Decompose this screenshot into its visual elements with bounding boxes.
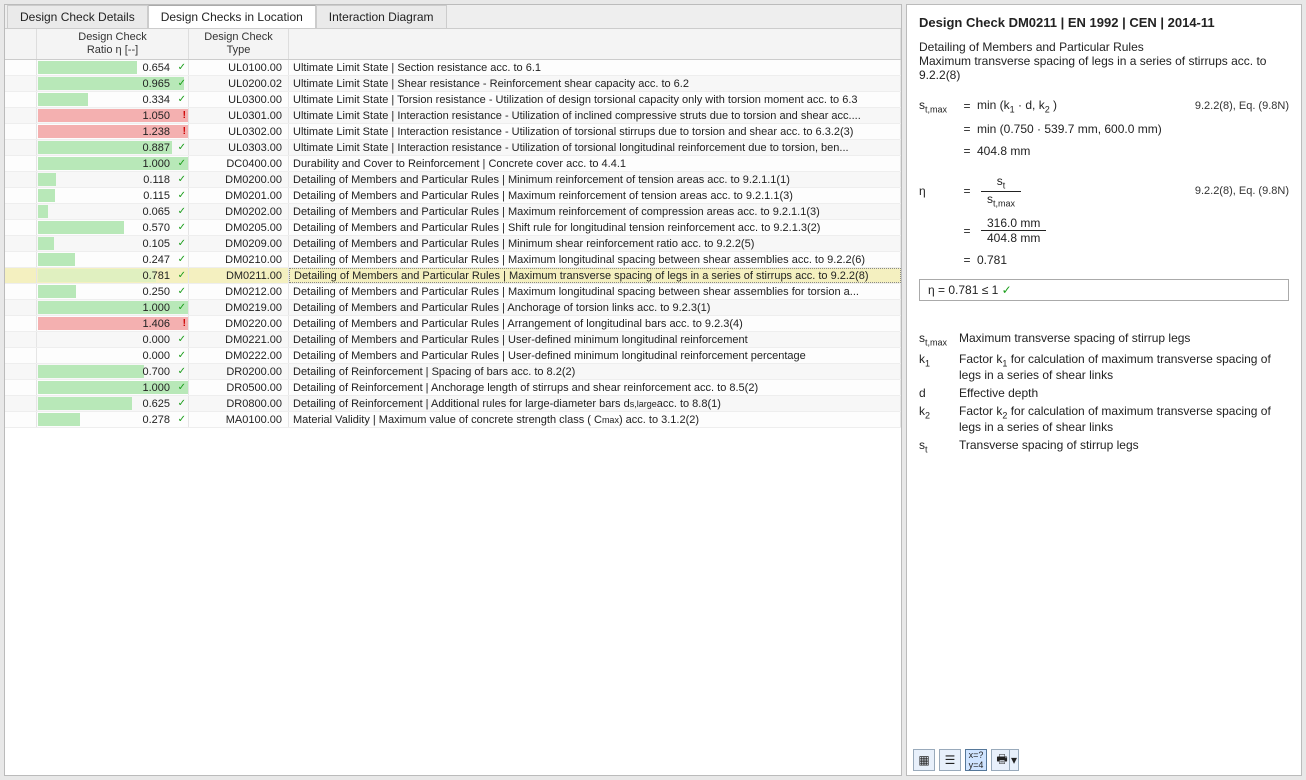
table-row[interactable]: 0.781✓DM0211.00Detailing of Members and … xyxy=(5,268,901,284)
fail-icon: ! xyxy=(183,318,186,329)
table-row[interactable]: 0.700✓DR0200.00Detailing of Reinforcemen… xyxy=(5,364,901,380)
toolbar-formula-button[interactable]: x=?y=4 xyxy=(965,749,987,771)
check-icon: ✓ xyxy=(178,270,186,281)
fail-icon: ! xyxy=(183,126,186,137)
table-row[interactable]: 0.887✓UL0303.00Ultimate Limit State | In… xyxy=(5,140,901,156)
table-row[interactable]: 1.000✓DC0400.00Durability and Cover to R… xyxy=(5,156,901,172)
check-icon: ✓ xyxy=(178,174,186,185)
design-checks-grid: Design CheckRatio η [--] Design CheckTyp… xyxy=(5,29,901,775)
grid-body[interactable]: 0.654✓UL0100.00Ultimate Limit State | Se… xyxy=(5,60,901,760)
table-row[interactable]: 0.570✓DM0205.00Detailing of Members and … xyxy=(5,220,901,236)
detail-toolbar: ▦ ☰ x=?y=4 🖶 ▾ xyxy=(913,749,1019,771)
glossary-row: k2Factor k2 for calculation of maximum t… xyxy=(919,404,1289,434)
fail-icon: ! xyxy=(183,110,186,121)
eq-eta: η xyxy=(919,184,957,198)
check-icon: ✓ xyxy=(178,94,186,105)
col-ratio[interactable]: Design CheckRatio η [--] xyxy=(37,29,189,59)
result-box: η = 0.781 ≤ 1 ✓ xyxy=(919,279,1289,301)
tab-design-check-details[interactable]: Design Check Details xyxy=(7,5,148,28)
table-row[interactable]: 0.247✓DM0210.00Detailing of Members and … xyxy=(5,252,901,268)
col-type[interactable]: Design CheckType xyxy=(189,29,289,59)
check-icon: ✓ xyxy=(178,254,186,265)
check-icon: ✓ xyxy=(178,78,186,89)
tabs: Design Check Details Design Checks in Lo… xyxy=(5,5,901,29)
check-icon: ✓ xyxy=(178,350,186,361)
grid-header: Design CheckRatio η [--] Design CheckTyp… xyxy=(5,29,901,60)
check-icon: ✓ xyxy=(1002,283,1012,297)
detail-title: Design Check DM0211 | EN 1992 | CEN | 20… xyxy=(919,15,1289,30)
check-icon: ✓ xyxy=(178,158,186,169)
check-icon: ✓ xyxy=(178,190,186,201)
toolbar-list-button[interactable]: ☰ xyxy=(939,749,961,771)
table-row[interactable]: 0.000✓DM0222.00Detailing of Members and … xyxy=(5,348,901,364)
glossary-row: st,maxMaximum transverse spacing of stir… xyxy=(919,331,1289,347)
table-row[interactable]: 1.000✓DM0219.00Detailing of Members and … xyxy=(5,300,901,316)
check-icon: ✓ xyxy=(178,398,186,409)
table-row[interactable]: 0.118✓DM0200.00Detailing of Members and … xyxy=(5,172,901,188)
check-icon: ✓ xyxy=(178,334,186,345)
glossary-row: dEffective depth xyxy=(919,386,1289,400)
table-row[interactable]: 0.105✓DM0209.00Detailing of Members and … xyxy=(5,236,901,252)
tab-interaction-diagram[interactable]: Interaction Diagram xyxy=(316,5,447,28)
table-row[interactable]: 0.000✓DM0221.00Detailing of Members and … xyxy=(5,332,901,348)
table-row[interactable]: 0.625✓DR0800.00Detailing of Reinforcemen… xyxy=(5,396,901,412)
check-icon: ✓ xyxy=(178,366,186,377)
tab-design-checks-in-location[interactable]: Design Checks in Location xyxy=(148,5,316,28)
table-row[interactable]: 0.654✓UL0100.00Ultimate Limit State | Se… xyxy=(5,60,901,76)
table-row[interactable]: 0.965✓UL0200.02Ultimate Limit State | Sh… xyxy=(5,76,901,92)
left-panel: Design Check Details Design Checks in Lo… xyxy=(4,4,902,776)
check-icon: ✓ xyxy=(178,382,186,393)
check-icon: ✓ xyxy=(178,142,186,153)
glossary-row: stTransverse spacing of stirrup legs xyxy=(919,438,1289,454)
toolbar-layout-button[interactable]: ▦ xyxy=(913,749,935,771)
eq-s-tmax: st,max xyxy=(919,98,957,114)
table-row[interactable]: 0.115✓DM0201.00Detailing of Members and … xyxy=(5,188,901,204)
ref-9.2.2-8-b: 9.2.2(8), Eq. (9.8N) xyxy=(1195,185,1289,197)
check-icon: ✓ xyxy=(178,206,186,217)
check-icon: ✓ xyxy=(178,222,186,233)
table-row[interactable]: 0.334✓UL0300.00Ultimate Limit State | To… xyxy=(5,92,901,108)
table-row[interactable]: 1.050!UL0301.00Ultimate Limit State | In… xyxy=(5,108,901,124)
table-row[interactable]: 0.278✓MA0100.00Material Validity | Maxim… xyxy=(5,412,901,428)
check-icon: ✓ xyxy=(178,414,186,425)
table-row[interactable]: 1.406!DM0220.00Detailing of Members and … xyxy=(5,316,901,332)
check-icon: ✓ xyxy=(178,238,186,249)
table-row[interactable]: 0.250✓DM0212.00Detailing of Members and … xyxy=(5,284,901,300)
table-row[interactable]: 1.000✓DR0500.00Detailing of Reinforcemen… xyxy=(5,380,901,396)
table-row[interactable]: 1.238!UL0302.00Ultimate Limit State | In… xyxy=(5,124,901,140)
ref-9.2.2-8-a: 9.2.2(8), Eq. (9.8N) xyxy=(1195,100,1289,112)
table-row[interactable]: 0.065✓DM0202.00Detailing of Members and … xyxy=(5,204,901,220)
check-icon: ✓ xyxy=(178,62,186,73)
check-icon: ✓ xyxy=(178,302,186,313)
detail-panel: Design Check DM0211 | EN 1992 | CEN | 20… xyxy=(906,4,1302,776)
glossary-row: k1Factor k1 for calculation of maximum t… xyxy=(919,352,1289,382)
toolbar-print-dropdown[interactable]: ▾ xyxy=(1009,749,1019,771)
glossary: st,maxMaximum transverse spacing of stir… xyxy=(919,331,1289,459)
detail-subtitle: Detailing of Members and Particular Rule… xyxy=(919,40,1289,82)
check-icon: ✓ xyxy=(178,286,186,297)
